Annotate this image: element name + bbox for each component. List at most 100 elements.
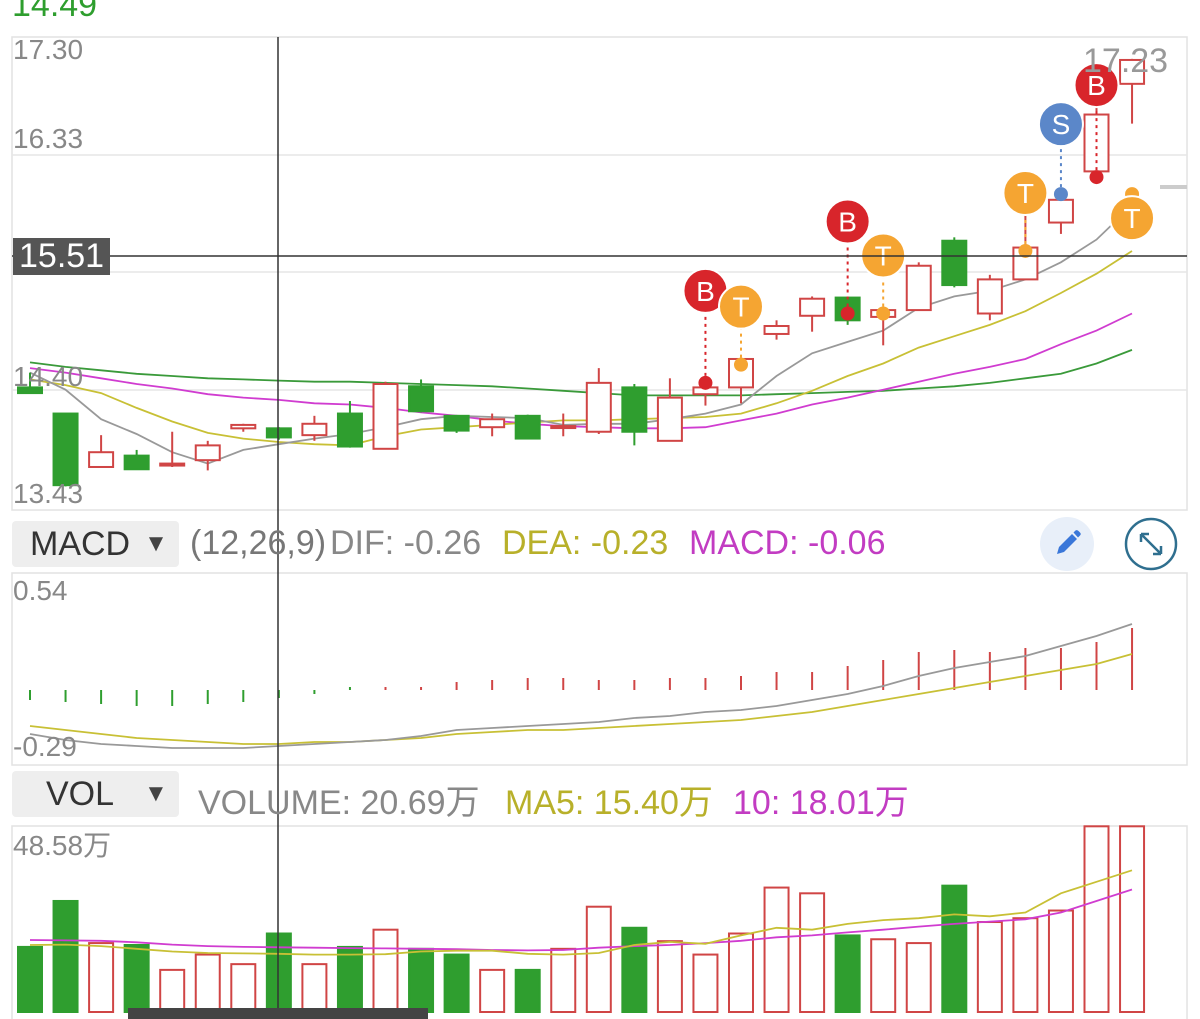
volume-bar-down — [834, 934, 861, 1014]
candle-up — [585, 381, 612, 433]
price-axis-max: 17.30 — [13, 34, 84, 65]
dropdown-arrow-icon: ▼ — [144, 780, 168, 807]
volume-bar-up — [1047, 909, 1074, 1014]
volume-bar-down — [408, 947, 435, 1014]
edit-icon[interactable] — [1040, 517, 1094, 571]
volume-bar-up — [88, 942, 115, 1014]
candle-up — [372, 382, 399, 450]
volume-bar-up — [230, 963, 257, 1014]
candle-up — [159, 462, 186, 467]
candle-up — [479, 418, 506, 429]
volume-bar-down — [941, 884, 968, 1014]
high-price-marker: 17.23 — [1083, 42, 1169, 80]
candle-down — [443, 414, 470, 432]
crosshair-price-tag: 15.51 — [13, 238, 111, 275]
volume-bar-up — [799, 892, 826, 1014]
macd-panel-frame — [11, 572, 1188, 766]
signal-label: B — [696, 276, 715, 307]
signal-dot — [1089, 170, 1104, 185]
candle-down — [941, 239, 968, 287]
candle-up — [230, 423, 257, 430]
vol-axis-max: 48.58万 — [13, 830, 112, 861]
volume-bar-up — [301, 963, 328, 1014]
macd-dea-value: DEA: -0.23 — [502, 524, 669, 562]
vol-ma5-value: MA5: 15.40万 — [505, 784, 713, 822]
dropdown-arrow-icon: ▼ — [144, 530, 168, 557]
macd-macd-value: MACD: -0.06 — [689, 524, 886, 562]
candle-up — [88, 451, 115, 468]
signal-label: T — [732, 292, 749, 323]
signal-label: T — [1017, 178, 1034, 209]
macd-series-layer — [29, 623, 1134, 749]
candle-up — [763, 325, 790, 335]
macd-indicator-select[interactable]: MACD ▼ — [12, 521, 179, 567]
signal-dot — [734, 357, 748, 372]
candle-down — [265, 427, 292, 439]
ma-magenta-line — [29, 312, 1133, 430]
candle-down — [514, 414, 541, 440]
price-panel-frame — [11, 36, 1188, 511]
volume-bar-up — [692, 953, 719, 1014]
volume-bar-up — [550, 947, 577, 1014]
macd-axis-max: 0.54 — [13, 575, 68, 606]
vol-indicator-select[interactable]: VOL ▼ — [12, 771, 179, 817]
volume-series-layer — [17, 825, 1146, 1014]
candle-up — [1047, 198, 1074, 224]
macd-indicator-label: MACD — [30, 524, 131, 563]
volume-bar-down — [336, 945, 363, 1014]
volume-bar-down — [123, 943, 150, 1014]
volume-bar-up — [1083, 825, 1110, 1013]
volume-bar-down — [52, 899, 79, 1014]
volume-bar-up — [1012, 917, 1039, 1014]
signal-label: S — [1052, 109, 1071, 140]
price-axis-label: 14.40 — [13, 361, 84, 392]
volume-bar-up — [159, 968, 186, 1014]
macd-dif-value: DIF: -0.26 — [330, 524, 482, 562]
volume-bar-up — [372, 928, 399, 1014]
volume-bar-up — [479, 968, 506, 1014]
volume-bar-up — [194, 953, 221, 1014]
macd-params: (12,26,9) — [190, 524, 327, 562]
candle-up — [656, 396, 683, 442]
price-axis-min: 13.43 — [13, 478, 84, 509]
volume-bar-down — [17, 945, 43, 1014]
volume-bar-up — [728, 932, 754, 1014]
candle-up — [301, 422, 328, 437]
signal-label: T — [1123, 203, 1140, 234]
dea-line — [29, 653, 1133, 745]
volume-bar-down — [514, 968, 541, 1014]
ma-green-line — [29, 349, 1133, 397]
candle-down — [123, 454, 150, 471]
volume-bar-up — [656, 940, 683, 1014]
volume-bar-down — [265, 932, 292, 1014]
volume-bar-down — [621, 926, 648, 1014]
volume-bar-up — [763, 886, 790, 1014]
signal-dot — [1053, 187, 1068, 202]
volume-bar-up — [976, 921, 1003, 1014]
volume-bar-up — [870, 938, 897, 1014]
price-axis-label: 16.33 — [13, 123, 84, 154]
vol-volume-value: VOLUME: 20.69万 — [198, 784, 480, 822]
candle-down — [336, 412, 363, 448]
volume-bar-down — [443, 953, 470, 1014]
candle-up — [194, 444, 221, 462]
candle-up — [799, 297, 826, 317]
volume-bar-up — [905, 942, 932, 1014]
macd-axis-min: -0.29 — [13, 731, 77, 762]
crosshair-date-tag — [128, 1008, 428, 1019]
candle-up — [550, 425, 577, 430]
chart-canvas[interactable]: BTBTTSBT — [0, 0, 1200, 1019]
volume-bar-up — [585, 905, 612, 1014]
signal-dot — [840, 306, 855, 321]
vol-ma10-value: 10: 18.01万 — [733, 784, 909, 822]
signal-label: B — [838, 206, 857, 237]
candle-down — [52, 412, 79, 487]
candle-down — [621, 386, 648, 433]
candle-up — [905, 264, 932, 312]
candle-up — [976, 278, 1003, 315]
expand-icon[interactable] — [1124, 517, 1178, 571]
signal-dot — [876, 306, 891, 321]
candle-down — [408, 385, 435, 413]
volume-bar-up — [1119, 825, 1146, 1013]
signal-dot — [698, 375, 713, 390]
